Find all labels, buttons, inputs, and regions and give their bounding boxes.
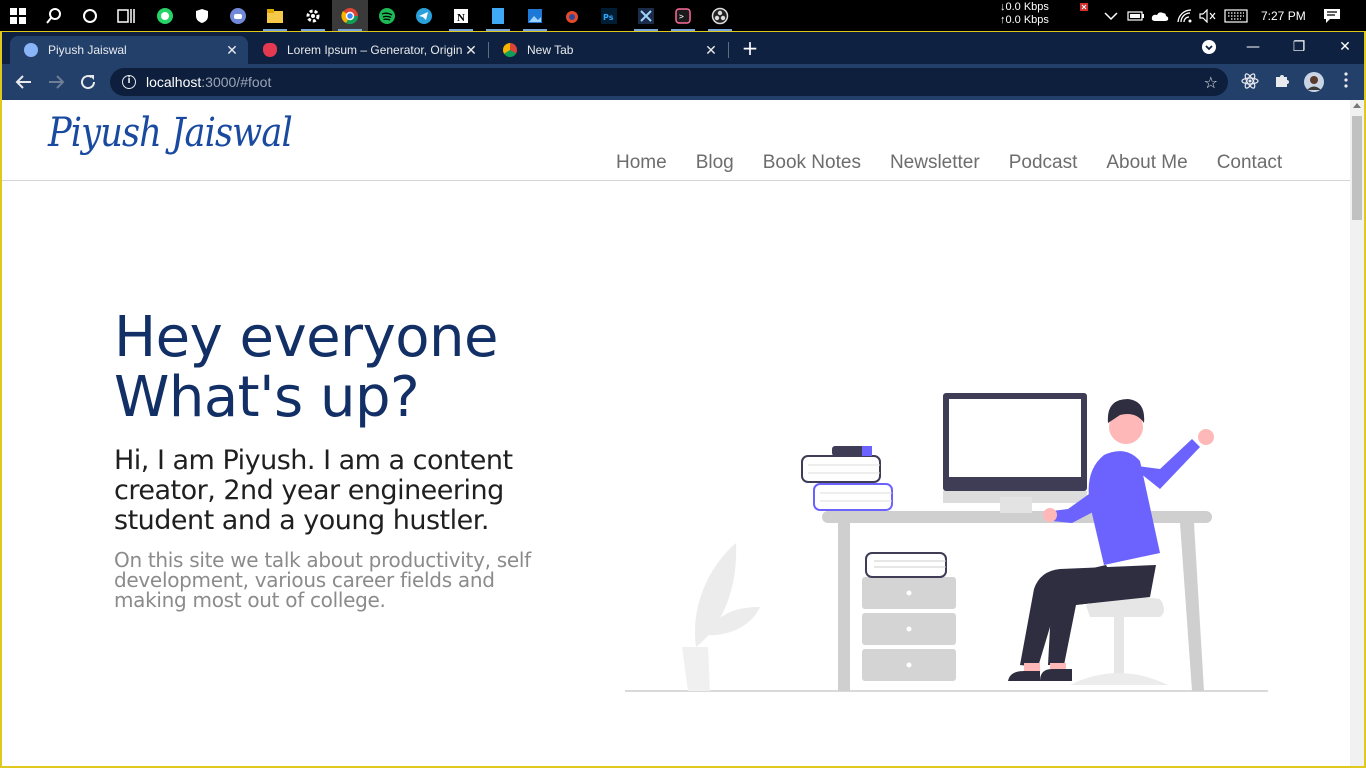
hero-title-line2: What's up?	[114, 365, 420, 430]
site-info-icon[interactable]: i	[122, 75, 136, 89]
chevron-up-icon[interactable]	[1104, 0, 1118, 31]
file-explorer-icon[interactable]	[257, 0, 293, 31]
react-devtools-icon[interactable]	[1240, 72, 1260, 92]
battery-icon[interactable]	[1127, 0, 1145, 31]
hero-title: Hey everyone What's up?	[114, 308, 498, 428]
nav-newsletter[interactable]: Newsletter	[890, 152, 980, 174]
forward-button[interactable]	[44, 70, 68, 94]
url-text: localhost:3000/#foot	[146, 74, 271, 90]
app-icon[interactable]	[554, 0, 590, 31]
extensions-puzzle-icon[interactable]	[1272, 72, 1292, 92]
wifi-icon[interactable]	[1177, 0, 1193, 31]
volume-muted-icon[interactable]	[1199, 0, 1217, 31]
close-tab-icon[interactable]: ✕	[703, 42, 719, 58]
tab-title: New Tab	[527, 43, 574, 57]
discord-icon[interactable]	[220, 0, 256, 31]
page-viewport: Piyush Jaiswal Home Blog Book Notes News…	[2, 100, 1364, 766]
telegram-icon[interactable]	[406, 0, 442, 31]
back-button[interactable]	[12, 70, 36, 94]
url-path: :3000/#foot	[201, 74, 272, 90]
scroll-up-arrow-icon[interactable]	[1353, 103, 1361, 108]
task-view-icon[interactable]	[108, 0, 144, 31]
windows-taskbar: N Ps > ↓0.0 Kbps ↑0.0 Kbps 7:27 PM	[0, 0, 1366, 31]
svg-text:N: N	[457, 12, 465, 24]
cortana-icon[interactable]	[72, 0, 108, 31]
browser-toolbar: i localhost:3000/#foot ☆	[2, 64, 1364, 100]
tab-new-tab[interactable]: New Tab ✕	[489, 36, 727, 64]
lorem-ipsum-favicon-icon	[263, 43, 277, 57]
url-host: localhost	[146, 74, 202, 90]
notifications-icon[interactable]	[1323, 0, 1341, 31]
notion-icon[interactable]: N	[443, 0, 479, 31]
notepad-icon[interactable]	[480, 0, 516, 31]
net-close-icon[interactable]	[1080, 0, 1088, 22]
tab-title: Lorem Ipsum – Generator, Origin	[287, 43, 463, 57]
new-tab-button[interactable]: +	[739, 38, 761, 60]
browser-window: Piyush Jaiswal ✕ Lorem Ipsum – Generator…	[0, 31, 1366, 768]
nav-contact[interactable]: Contact	[1217, 152, 1282, 174]
scrollbar-thumb[interactable]	[1352, 116, 1362, 220]
network-speed: ↓0.0 Kbps ↑0.0 Kbps	[1000, 0, 1070, 27]
whatsapp-icon[interactable]	[147, 0, 183, 31]
hero-title-line1: Hey everyone	[114, 305, 498, 370]
terminal-icon[interactable]: >	[665, 0, 701, 31]
keyboard-icon[interactable]	[1224, 0, 1248, 31]
site-logo[interactable]: Piyush Jaiswal	[48, 110, 293, 156]
page-scrollbar[interactable]	[1350, 100, 1364, 766]
tab-separator	[728, 42, 729, 58]
onedrive-icon[interactable]	[1151, 0, 1169, 31]
profile-avatar[interactable]	[1304, 72, 1324, 92]
cinema-icon[interactable]	[628, 0, 664, 31]
hero-subtitle: Hi, I am Piyush. I am a content creator,…	[114, 445, 513, 536]
screen: N Ps > ↓0.0 Kbps ↑0.0 Kbps 7:27 PM Piyus…	[0, 0, 1366, 768]
globe-icon	[24, 43, 38, 57]
net-down-label: ↓0.0 Kbps	[1000, 1, 1049, 13]
nav-home[interactable]: Home	[616, 152, 667, 174]
minimize-button[interactable]: —	[1230, 36, 1276, 58]
photos-icon[interactable]	[517, 0, 553, 31]
close-tab-icon[interactable]: ✕	[224, 42, 240, 58]
site-header: Piyush Jaiswal Home Blog Book Notes News…	[2, 100, 1350, 181]
chrome-favicon-icon	[503, 43, 517, 57]
net-up-label: ↑0.0 Kbps	[1000, 14, 1049, 26]
reload-button[interactable]	[76, 70, 100, 94]
tab-lorem-ipsum[interactable]: Lorem Ipsum – Generator, Origin ✕	[249, 36, 487, 64]
tab-strip: Piyush Jaiswal ✕ Lorem Ipsum – Generator…	[2, 32, 1364, 64]
address-bar[interactable]: i localhost:3000/#foot ☆	[110, 68, 1228, 96]
tab-piyush-jaiswal[interactable]: Piyush Jaiswal ✕	[10, 36, 248, 64]
shield-icon[interactable]	[184, 0, 220, 31]
close-window-button[interactable]: ✕	[1322, 36, 1366, 58]
nav-podcast[interactable]: Podcast	[1009, 152, 1078, 174]
nav-book-notes[interactable]: Book Notes	[763, 152, 861, 174]
svg-text:Ps: Ps	[603, 13, 614, 22]
tab-title: Piyush Jaiswal	[48, 43, 127, 57]
restore-button[interactable]: ❐	[1276, 36, 1322, 58]
bookmark-star-icon[interactable]: ☆	[1204, 73, 1218, 92]
nav-blog[interactable]: Blog	[696, 152, 734, 174]
chrome-icon[interactable]	[332, 0, 368, 31]
clock-time[interactable]: 7:27 PM	[1261, 0, 1306, 31]
nav-about-me[interactable]: About Me	[1106, 152, 1187, 174]
working-at-desk-illustration	[625, 393, 1268, 692]
main-nav: Home Blog Book Notes Newsletter Podcast …	[616, 152, 1311, 174]
start-icon[interactable]	[0, 0, 36, 31]
hero-description: On this site we talk about productivity,…	[114, 548, 531, 612]
menu-kebab-icon[interactable]	[1336, 72, 1356, 92]
obs-icon[interactable]	[702, 0, 738, 31]
svg-text:>: >	[679, 12, 684, 21]
photoshop-icon[interactable]: Ps	[591, 0, 627, 31]
search-icon[interactable]	[36, 0, 72, 31]
settings-icon[interactable]	[295, 0, 331, 31]
tab-search-icon[interactable]	[1186, 36, 1232, 58]
close-tab-icon[interactable]: ✕	[463, 42, 479, 58]
spotify-icon[interactable]	[369, 0, 405, 31]
